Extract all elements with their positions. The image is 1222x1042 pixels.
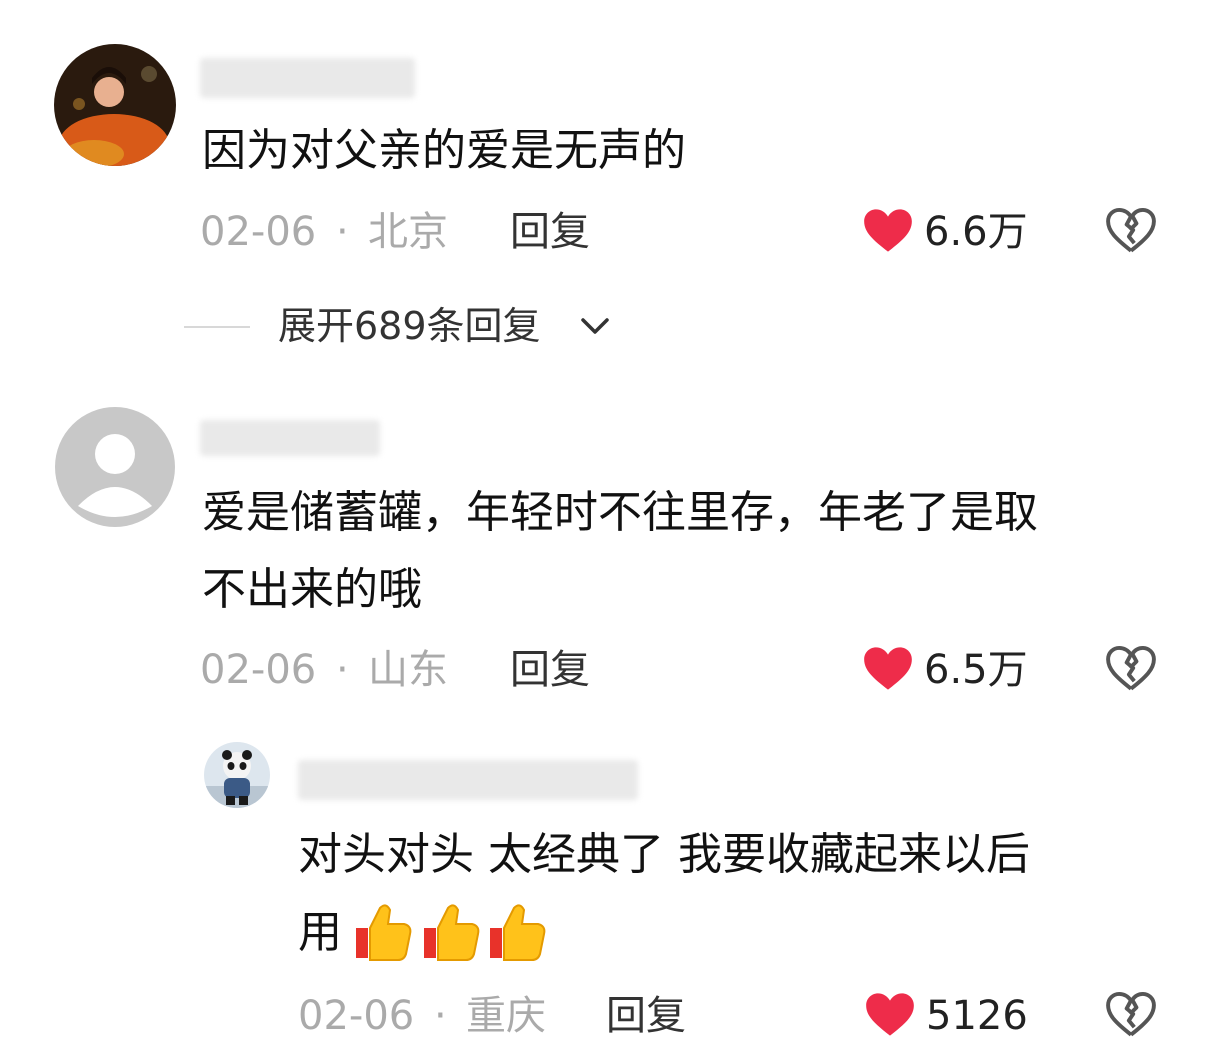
comment-text: 爱是储蓄罐，年轻时不往里存，年老了是取 <box>202 487 1038 538</box>
comment-location: 重庆 <box>466 993 546 1039</box>
avatar[interactable] <box>54 44 176 166</box>
chevron-down-icon[interactable] <box>578 313 612 339</box>
like-count: 6.6万 <box>924 209 1028 255</box>
username-blurred[interactable] <box>200 420 380 456</box>
comment-text: 不出来的哦 <box>202 564 422 615</box>
meta-separator: · <box>336 209 349 255</box>
dislike-icon[interactable] <box>1104 644 1158 692</box>
dislike-icon[interactable] <box>1104 206 1158 254</box>
comment-text: 因为对父亲的爱是无声的 <box>202 125 686 176</box>
comment-text: 对头对头 太经典了 我要收藏起来以后 <box>298 829 1030 880</box>
username-blurred[interactable] <box>200 58 415 98</box>
like-count: 5126 <box>926 993 1028 1039</box>
username-blurred[interactable] <box>298 760 638 800</box>
comment-text: 用 <box>298 907 342 958</box>
reply-button[interactable]: 回复 <box>510 208 590 256</box>
like-count: 6.5万 <box>924 647 1028 693</box>
expand-replies-button[interactable]: 展开689条回复 <box>278 302 541 350</box>
comment-date: 02-06 <box>298 993 415 1039</box>
comment-location: 山东 <box>368 647 448 693</box>
meta-separator: · <box>434 993 447 1039</box>
avatar[interactable] <box>204 742 270 808</box>
dislike-icon[interactable] <box>1104 990 1158 1038</box>
divider <box>184 326 250 328</box>
reply-button[interactable]: 回复 <box>510 646 590 694</box>
heart-icon[interactable] <box>862 644 914 692</box>
reply-button[interactable]: 回复 <box>606 992 686 1040</box>
avatar[interactable] <box>54 406 176 528</box>
thumbs-up-icon <box>478 898 548 964</box>
thumbs-up-icon <box>344 898 414 964</box>
comment-date: 02-06 <box>200 647 317 693</box>
heart-icon[interactable] <box>862 206 914 254</box>
meta-separator: · <box>336 647 349 693</box>
comment-location: 北京 <box>368 209 448 255</box>
thumbs-up-icon <box>412 898 482 964</box>
heart-icon[interactable] <box>864 990 916 1038</box>
comment-date: 02-06 <box>200 209 317 255</box>
